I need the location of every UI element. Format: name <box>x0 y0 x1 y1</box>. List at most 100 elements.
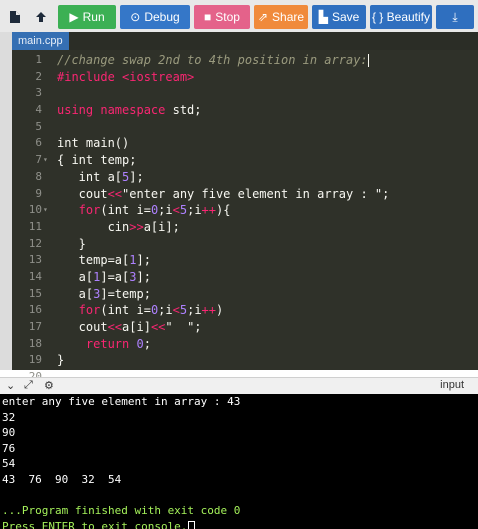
console-text: 54 <box>2 457 16 471</box>
save-button[interactable]: ▙ Save <box>312 5 366 29</box>
code-line[interactable]: 1 //change swap 2nd to 4th position in ar… <box>12 52 478 69</box>
share-label: Share <box>272 10 305 24</box>
file-icon[interactable] <box>4 5 26 29</box>
code-token: int <box>57 136 86 151</box>
fold-arrow-icon[interactable]: ▾ <box>43 202 48 219</box>
beautify-button[interactable]: { } Beautify <box>370 5 432 29</box>
code-text: #include <iostream> <box>57 69 194 86</box>
code-token: << <box>107 186 123 201</box>
code-line[interactable]: 9 cout<<"enter any five element in array… <box>12 186 478 203</box>
console-text: ...Program finished with exit code 0 <box>2 504 241 518</box>
download-button[interactable]: ⤓ <box>436 5 474 29</box>
chevron-down-icon[interactable]: ⌄ <box>6 379 15 392</box>
code-line[interactable]: 6 int main() <box>12 135 478 152</box>
code-token: ]=temp; <box>100 286 151 301</box>
stop-label: Stop <box>215 10 240 24</box>
code-token: a[ <box>57 286 94 301</box>
code-token: cout <box>57 320 108 334</box>
code-line[interactable]: 13 temp=a[1]; <box>12 252 478 269</box>
code-token: int a[ <box>57 169 123 184</box>
editor-tab-bar: main.cpp <box>12 32 478 50</box>
code-text: temp=a[1]; <box>57 252 151 269</box>
console-output[interactable]: enter any five element in array : 43 32 90… <box>0 394 478 529</box>
debug-button[interactable]: ⊙ Debug <box>120 5 190 29</box>
console-line: 43 76 90 32 54 <box>2 472 478 488</box>
line-number: 14 <box>28 269 42 283</box>
debug-icon: ⊙ <box>130 10 141 24</box>
code-line[interactable]: 5 <box>12 119 478 136</box>
line-number: 13 <box>28 253 42 267</box>
console-text: 90 <box>2 426 16 440</box>
code-token: //change swap 2nd to 4th position in arr… <box>57 53 368 67</box>
line-number: 11 <box>28 219 42 233</box>
code-token: 3 <box>129 269 137 284</box>
line-number: 15 <box>28 286 42 300</box>
code-token: ]=a[ <box>100 269 130 284</box>
input-tab[interactable]: input <box>440 379 464 391</box>
code-line[interactable]: 14 a[1]=a[3]; <box>12 269 478 286</box>
console-line: 76 <box>2 441 478 457</box>
stop-button[interactable]: ■ Stop <box>194 5 250 29</box>
code-line[interactable]: 15 a[3]=temp; <box>12 286 478 303</box>
code-text: //change swap 2nd to 4th position in arr… <box>57 52 369 69</box>
code-token: cout <box>57 186 108 201</box>
toolbar: ▶ Run ⊙ Debug ■ Stop ⇗ Share ▙ Save { } … <box>0 0 478 32</box>
run-label: Run <box>82 10 105 24</box>
code-token: ]; <box>136 253 151 268</box>
code-area[interactable]: 1 //change swap 2nd to 4th position in ar… <box>12 52 478 386</box>
code-token: } <box>57 236 86 251</box>
beautify-label: { } Beautify <box>371 10 431 24</box>
stop-icon: ■ <box>204 10 212 24</box>
line-number: 4 <box>35 103 42 117</box>
share-button[interactable]: ⇗ Share <box>254 5 308 29</box>
code-line[interactable]: 16 for(int i=0;i<5;i++) <box>12 302 478 319</box>
code-token: 5 <box>179 203 188 218</box>
code-text: cin>>a[i]; <box>57 219 180 236</box>
code-token: cin <box>57 219 130 234</box>
tab-main-cpp[interactable]: main.cpp <box>12 32 69 50</box>
code-text: { int temp; <box>57 152 136 169</box>
expand-icon[interactable]: ⤢ <box>24 379 33 392</box>
line-number: 10 <box>28 203 42 217</box>
console-line: 90 <box>2 425 478 441</box>
code-line[interactable]: 12 } <box>12 236 478 253</box>
code-token: for <box>57 303 101 318</box>
code-token: using namespace <box>57 103 173 118</box>
share-icon: ⇗ <box>257 10 269 24</box>
console-header: ⌄ ⤢ ⚙ input <box>0 377 478 394</box>
code-token: << <box>150 320 166 334</box>
code-line[interactable]: 19} <box>12 352 478 369</box>
code-token: a[i] <box>122 320 151 334</box>
code-token: ++ <box>201 203 216 218</box>
upload-icon[interactable] <box>30 5 52 29</box>
code-line[interactable]: 17 cout<<a[i]<<" "; <box>12 319 478 336</box>
code-token: ;i <box>187 303 202 318</box>
code-token: ;i <box>158 203 173 218</box>
code-line[interactable]: 3 <box>12 85 478 102</box>
code-token: return <box>57 336 137 351</box>
code-editor[interactable]: main.cpp 1 //change swap 2nd to 4th posit… <box>12 32 478 383</box>
line-number: 18 <box>28 336 42 350</box>
line-number: 9 <box>35 186 42 200</box>
code-token: main() <box>85 136 130 151</box>
fold-arrow-icon[interactable]: ▾ <box>43 152 48 169</box>
code-line[interactable]: 11 cin>>a[i]; <box>12 219 478 236</box>
code-token: ]; <box>129 169 144 184</box>
code-text: cout<<"enter any five element in array :… <box>57 186 390 203</box>
code-token: "enter any five element in array : "; <box>122 186 390 201</box>
code-line[interactable]: 10 ▾ for(int i=0;i<5;i++){ <box>12 202 478 219</box>
code-text: for(int i=0;i<5;i++) <box>57 302 224 319</box>
code-token: a[ <box>57 269 94 284</box>
code-line[interactable]: 8 int a[5]; <box>12 169 478 186</box>
code-token: (int i= <box>100 303 151 318</box>
code-line[interactable]: 7 ▾ { int temp; <box>12 152 478 169</box>
console-text: enter any five element in array : 43 <box>2 395 241 408</box>
code-token: ; <box>143 336 151 351</box>
code-line[interactable]: 4 using namespace std; <box>12 102 478 119</box>
run-button[interactable]: ▶ Run <box>58 5 116 29</box>
settings-icon[interactable]: ⚙ <box>44 379 54 392</box>
code-line[interactable]: 18 return 0; <box>12 336 478 353</box>
code-line[interactable]: 2 #include <iostream> <box>12 69 478 86</box>
code-token: 0 <box>136 336 144 351</box>
save-icon: ▙ <box>318 10 328 24</box>
